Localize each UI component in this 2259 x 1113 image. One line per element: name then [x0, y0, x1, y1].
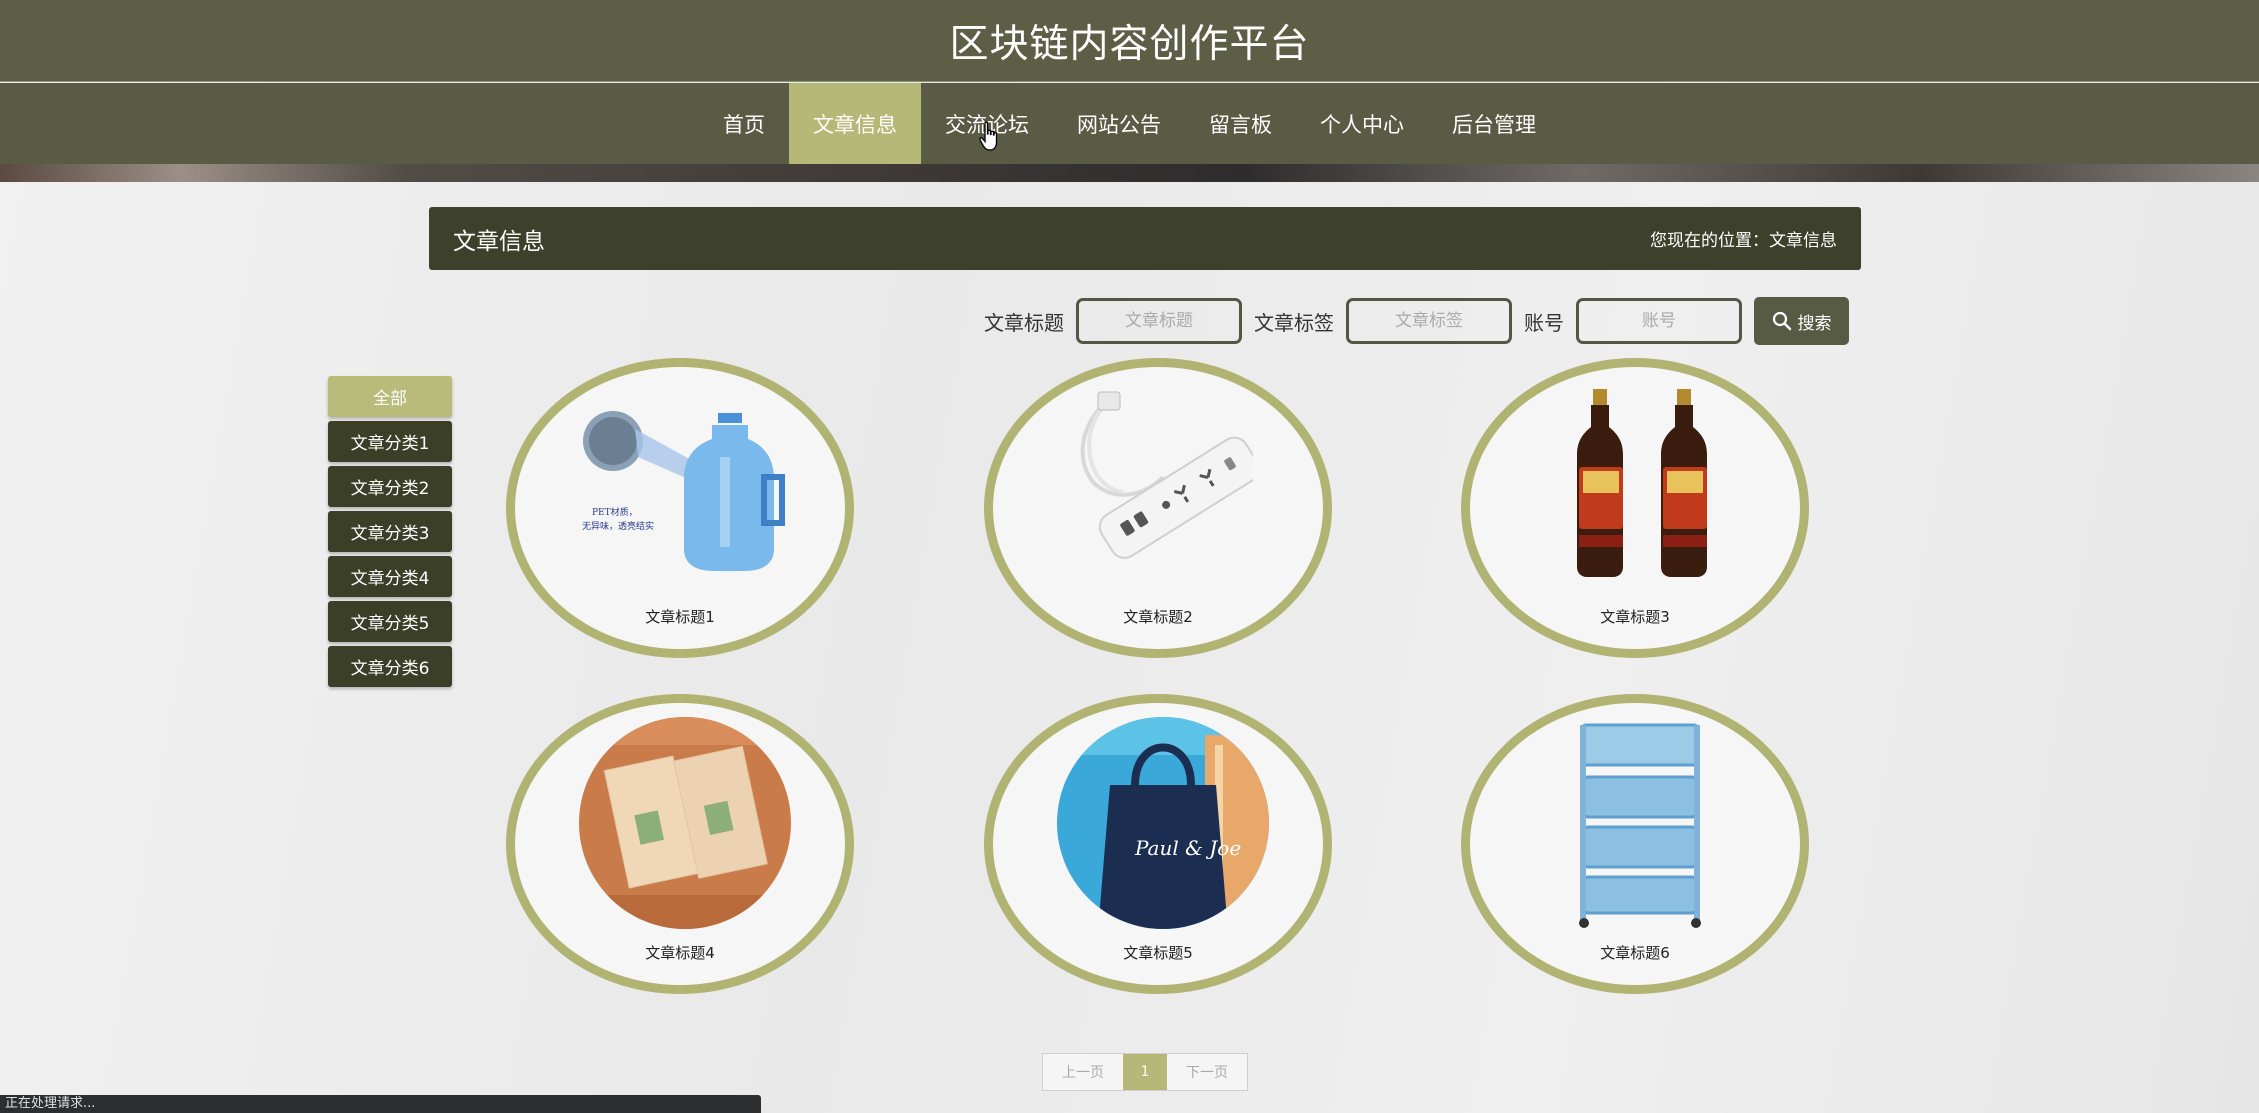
banner-image-strip — [0, 164, 2259, 182]
tag-label: 文章标签 — [1254, 310, 1334, 335]
article-title[interactable]: 文章标题3 — [1470, 606, 1800, 627]
nav-item-message-board[interactable]: 留言板 — [1185, 83, 1296, 164]
storage-rack-image — [1579, 723, 1701, 928]
browser-status-bar: 正在处理请求... — [0, 1095, 761, 1113]
toothpick-boxes-image — [579, 717, 791, 929]
breadcrumb-current[interactable]: 文章信息 — [1769, 226, 1837, 251]
category-all[interactable]: 全部 — [328, 376, 452, 417]
prev-page-button[interactable]: 上一页 — [1043, 1054, 1123, 1090]
breadcrumb-prefix: 您现在的位置： — [1650, 231, 1769, 251]
pagination: 上一页 1 下一页 — [1042, 1053, 1248, 1091]
search-button-label: 搜索 — [1797, 313, 1832, 334]
tote-bag-image: Paul & Joe — [1057, 717, 1269, 929]
breadcrumb: 您现在的位置： 文章信息 — [1650, 226, 1837, 251]
nav-item-announcements[interactable]: 网站公告 — [1053, 83, 1185, 164]
category-6[interactable]: 文章分类6 — [328, 646, 452, 687]
water-jug-image: PET材质， 无异味，透亮结实 — [582, 411, 785, 571]
power-strip-image — [1080, 391, 1253, 559]
section-header: 文章信息 您现在的位置： 文章信息 — [429, 207, 1861, 270]
nav-item-personal-center[interactable]: 个人中心 — [1296, 83, 1428, 164]
category-2[interactable]: 文章分类2 — [328, 466, 452, 507]
jug-caption-1: PET材质， — [592, 506, 638, 518]
category-3[interactable]: 文章分类3 — [328, 511, 452, 552]
tag-search-input[interactable] — [1346, 298, 1512, 344]
article-card[interactable]: Paul & Joe 文章标题5 — [984, 694, 1332, 994]
nav-item-admin[interactable]: 后台管理 — [1428, 83, 1560, 164]
category-4[interactable]: 文章分类4 — [328, 556, 452, 597]
title-label: 文章标题 — [984, 310, 1064, 335]
hand-cursor-icon — [979, 121, 998, 151]
bag-logo-text: Paul & Joe — [1134, 836, 1241, 860]
nav-item-home[interactable]: 首页 — [699, 83, 789, 164]
search-form: 文章标题 文章标签 账号 搜索 — [972, 297, 1849, 345]
account-search-input[interactable] — [1576, 298, 1742, 344]
article-title[interactable]: 文章标题4 — [515, 942, 845, 963]
article-card[interactable]: 文章标题6 — [1461, 694, 1809, 994]
nav-item-articles[interactable]: 文章信息 — [789, 83, 921, 164]
jug-caption-2: 无异味，透亮结实 — [582, 520, 654, 532]
article-title[interactable]: 文章标题2 — [993, 606, 1323, 627]
soy-sauce-bottles-image — [1577, 389, 1707, 577]
article-card[interactable]: 文章标题4 — [506, 694, 854, 994]
article-title[interactable]: 文章标题1 — [515, 606, 845, 627]
article-title[interactable]: 文章标题6 — [1470, 942, 1800, 963]
site-title: 区块链内容创作平台 — [949, 21, 1310, 67]
search-button[interactable]: 搜索 — [1754, 297, 1849, 345]
next-page-button[interactable]: 下一页 — [1167, 1054, 1247, 1090]
current-page[interactable]: 1 — [1123, 1054, 1167, 1090]
category-1[interactable]: 文章分类1 — [328, 421, 452, 462]
article-title[interactable]: 文章标题5 — [993, 942, 1323, 963]
category-list: 全部 文章分类1 文章分类2 文章分类3 文章分类4 文章分类5 文章分类6 — [328, 376, 452, 691]
site-header: 区块链内容创作平台 — [0, 0, 2259, 82]
article-card[interactable]: 文章标题2 — [984, 358, 1332, 658]
title-search-input[interactable] — [1076, 298, 1242, 344]
article-card[interactable]: 文章标题3 — [1461, 358, 1809, 658]
main-nav: 首页 文章信息 交流论坛 网站公告 留言板 个人中心 后台管理 — [0, 83, 2259, 164]
section-title: 文章信息 — [453, 228, 545, 255]
category-5[interactable]: 文章分类5 — [328, 601, 452, 642]
article-card[interactable]: PET材质， 无异味，透亮结实 文章标题1 — [506, 358, 854, 658]
account-label: 账号 — [1524, 310, 1564, 335]
search-icon — [1772, 311, 1791, 331]
